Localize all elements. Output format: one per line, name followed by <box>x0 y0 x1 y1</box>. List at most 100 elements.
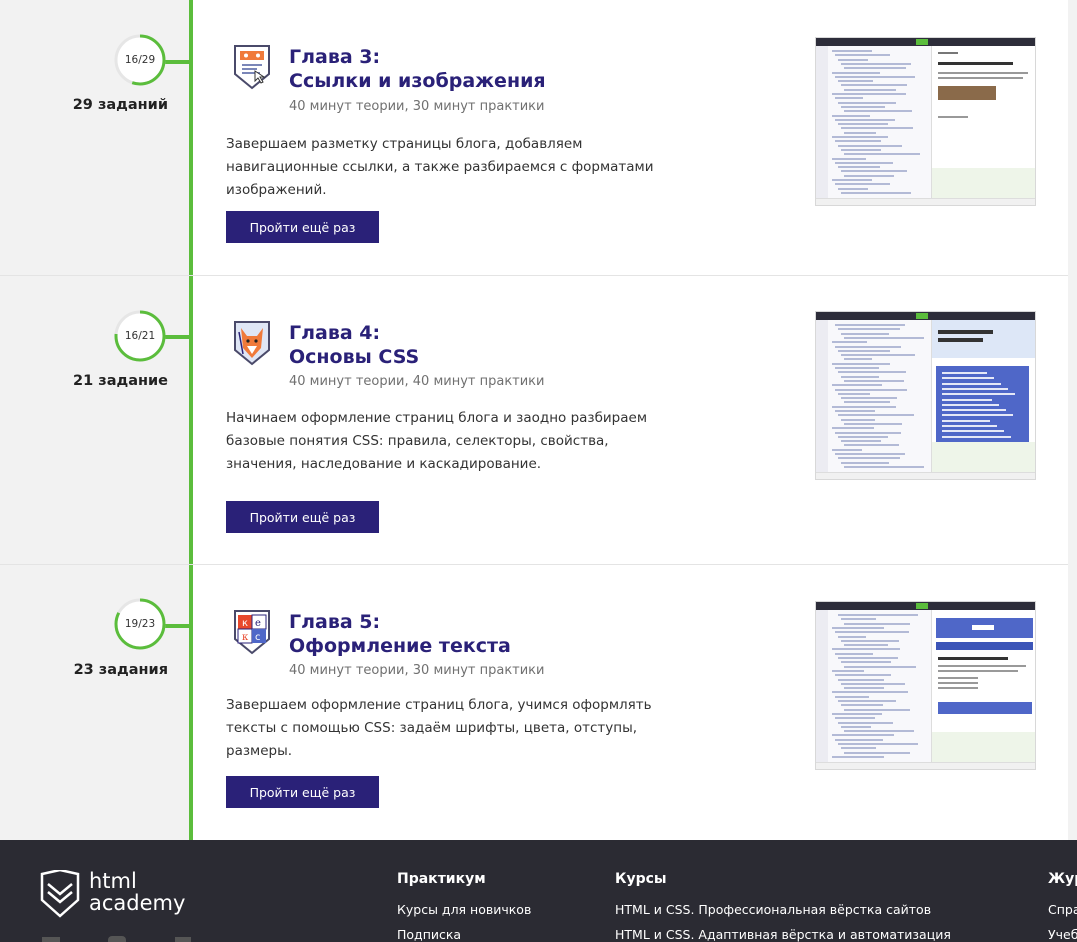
retry-chapter-button[interactable]: Пройти ещё раз <box>226 776 379 808</box>
preview-list-row <box>942 387 1008 390</box>
footer-link[interactable]: HTML и CSS. Профессиональная вёрстка сай… <box>615 902 931 917</box>
code-line <box>832 427 874 430</box>
code-line <box>844 110 912 113</box>
telegram-icon[interactable] <box>175 937 191 942</box>
code-line <box>832 755 884 758</box>
chapter-title: Глава 5: Оформление текста <box>289 610 511 658</box>
preview-list-row <box>942 409 1006 412</box>
preview-result <box>932 320 1035 442</box>
footer-link[interactable]: Спра <box>1048 902 1077 917</box>
footer-heading-journal: Жур <box>1048 871 1077 887</box>
code-line <box>835 183 890 186</box>
preview-list-row <box>942 425 997 427</box>
chapter-divider <box>0 275 1068 276</box>
progress-text: 19/23 <box>124 618 156 630</box>
tasks-count: 29 заданий <box>72 97 168 113</box>
timeline-line <box>189 0 193 840</box>
code-line <box>838 700 896 702</box>
preview-result <box>932 46 1035 168</box>
footer-link[interactable]: Учеб <box>1048 927 1077 942</box>
chapter-preview-screenshot[interactable] <box>815 601 1036 770</box>
code-line <box>832 179 872 181</box>
code-line <box>844 401 890 404</box>
code-line <box>832 669 864 672</box>
code-line <box>841 725 871 728</box>
preview-task-list <box>932 442 1035 472</box>
code-line <box>844 131 876 134</box>
page-edge <box>1068 0 1077 840</box>
code-line <box>841 418 875 421</box>
footer-link[interactable]: HTML и CSS. Адаптивная вёрстка и автомат… <box>615 927 951 942</box>
code-line <box>838 635 866 638</box>
letters-badge-icon: к е к с <box>233 609 271 655</box>
code-line <box>838 435 888 438</box>
code-line <box>841 440 881 443</box>
preview-list-row <box>942 372 987 374</box>
code-line <box>832 384 882 387</box>
html-academy-logo-icon[interactable] <box>40 868 80 920</box>
youtube-icon[interactable] <box>108 936 126 942</box>
code-line <box>844 67 906 70</box>
code-line <box>832 405 896 408</box>
code-line <box>835 345 901 348</box>
code-line <box>844 422 902 425</box>
retry-chapter-button[interactable]: Пройти ещё раз <box>226 501 379 533</box>
preview-list-row <box>942 430 1004 433</box>
chapter-description: Начинаем оформление страниц блога и заод… <box>226 410 648 472</box>
code-line <box>832 448 862 451</box>
footer-link[interactable]: Курсы для новичков <box>397 902 531 917</box>
code-line <box>838 457 900 460</box>
mouse-link-badge-icon <box>233 44 271 90</box>
code-line <box>835 738 883 741</box>
code-line <box>841 127 913 130</box>
code-line <box>838 678 884 681</box>
code-line <box>832 136 888 138</box>
preview-task-list <box>932 732 1035 762</box>
preview-topbar <box>816 602 1035 610</box>
code-line <box>835 674 891 677</box>
chapter-duration: 40 минут теории, 30 минут практики <box>289 663 545 678</box>
code-line <box>838 371 906 374</box>
preview-task-list <box>932 168 1035 198</box>
vk-icon[interactable] <box>42 937 60 942</box>
chapter-title: Глава 3: Ссылки и изображения <box>289 45 546 93</box>
code-line <box>838 392 870 395</box>
code-line <box>844 751 910 754</box>
footer-link[interactable]: Подписка <box>397 927 461 942</box>
code-line <box>835 367 879 369</box>
code-line <box>844 358 872 361</box>
code-line <box>841 747 876 750</box>
preview-list-row <box>942 377 994 380</box>
tasks-count: 23 задания <box>73 662 168 678</box>
code-line <box>835 431 901 434</box>
code-line <box>832 734 894 737</box>
code-line <box>835 453 905 455</box>
logo-wordmark[interactable]: html academy <box>89 870 185 914</box>
chapter-description: Завершаем разметку страницы блога, добав… <box>226 136 654 198</box>
code-line <box>835 388 907 391</box>
code-line <box>841 461 889 464</box>
footer-heading-courses: Курсы <box>615 871 667 887</box>
code-line <box>835 140 881 143</box>
retry-chapter-button[interactable]: Пройти ещё раз <box>226 211 379 243</box>
code-line <box>832 626 884 629</box>
logo-line: html <box>89 869 137 893</box>
logo-line: academy <box>89 891 186 915</box>
code-line <box>832 93 906 95</box>
preview-list-row <box>942 382 1001 385</box>
code-line <box>841 170 907 173</box>
chapter-name: Ссылки и изображения <box>289 70 546 92</box>
fox-badge-icon <box>233 320 271 366</box>
code-line <box>835 717 875 720</box>
code-line <box>835 118 895 121</box>
chapter-preview-screenshot[interactable] <box>815 37 1036 206</box>
code-line <box>841 62 911 65</box>
progress-ring: 16/29 <box>113 33 167 87</box>
progress-text: 16/21 <box>124 330 156 342</box>
code-line <box>844 622 910 625</box>
chapter-preview-screenshot[interactable] <box>815 311 1036 480</box>
progress-ring: 16/21 <box>113 309 167 363</box>
code-line <box>841 354 915 357</box>
chapter-duration: 40 минут теории, 40 минут практики <box>289 374 545 389</box>
code-line <box>838 328 900 331</box>
